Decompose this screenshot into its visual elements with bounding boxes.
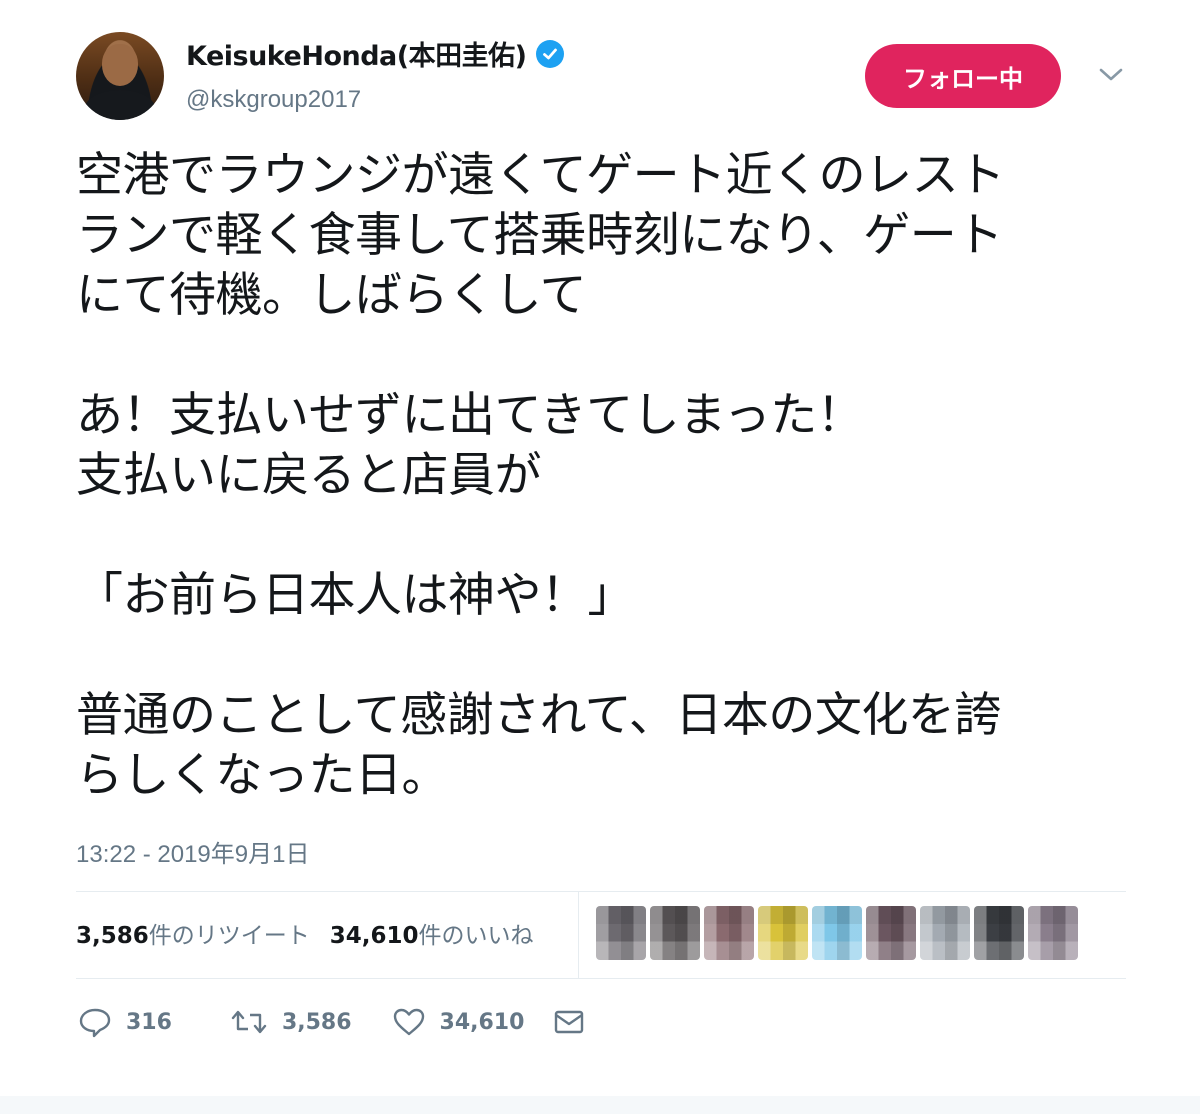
author-name-row: KeisukeHonda(本田圭佑) xyxy=(186,34,565,73)
tweet-line: あ！支払いせずに出てきてしまった！ xyxy=(76,388,864,443)
verified-badge-icon xyxy=(536,39,565,68)
envelope-icon xyxy=(555,1010,584,1034)
tweet-stats: 3,586件のリツイート 34,610件のいいね xyxy=(76,916,534,950)
liker-avatar-6[interactable] xyxy=(866,906,916,960)
reply-button[interactable]: 316 xyxy=(78,1006,172,1038)
retweet-count: 3,586 xyxy=(281,1009,352,1035)
divider xyxy=(76,891,1126,892)
tweet-line: ランで軽く食事して搭乗時刻になり、ゲート xyxy=(76,208,1003,263)
tweet-line: にて待機。しばらくして xyxy=(76,268,587,323)
reply-icon xyxy=(79,1008,111,1038)
tweet-line: 支払いに戻ると店員が xyxy=(76,448,542,503)
direct-message-button[interactable] xyxy=(552,1007,586,1037)
tweet-timestamp[interactable]: 13:22 - 2019年9月1日 xyxy=(76,834,309,869)
liker-avatar-3[interactable] xyxy=(704,906,754,960)
liker-avatar-9[interactable] xyxy=(1028,906,1078,960)
like-stat-count: 34,610 xyxy=(329,923,419,949)
footer-band xyxy=(0,1096,1200,1114)
tweet-text: 空港でラウンジが遠くてゲート近くのレスト ランで軽く食事して搭乗時刻になり、ゲー… xyxy=(76,146,1136,806)
checkmark-icon xyxy=(543,48,558,59)
author-handle[interactable]: @kskgroup2017 xyxy=(186,86,361,114)
like-count: 34,610 xyxy=(439,1009,525,1035)
tweet-line: 普通のことして感謝されて、日本の文化を誇 xyxy=(76,688,1001,743)
retweet-button[interactable]: 3,586 xyxy=(230,1007,352,1037)
avatar-shoulders xyxy=(84,90,156,120)
tweet-actions: 316 3,586 34,610 xyxy=(78,1000,586,1044)
retweet-stat-label: 件のリツイート xyxy=(148,923,310,949)
like-stat[interactable]: 34,610件のいいね xyxy=(330,916,534,950)
tweet-line: 「お前ら日本人は神や！」 xyxy=(76,568,635,623)
heart-icon xyxy=(393,1008,424,1036)
tweet-line: らしくなった日。 xyxy=(76,748,449,803)
liker-avatar-1[interactable] xyxy=(596,906,646,960)
liker-avatar-8[interactable] xyxy=(974,906,1024,960)
liker-avatar-2[interactable] xyxy=(650,906,700,960)
liker-avatar-7[interactable] xyxy=(920,906,970,960)
author-avatar[interactable] xyxy=(76,32,164,120)
tweet-line: 空港でラウンジが遠くてゲート近くのレスト xyxy=(76,148,1005,203)
avatar-face xyxy=(102,44,138,86)
reply-count: 316 xyxy=(126,1009,172,1035)
liker-avatar-4[interactable] xyxy=(758,906,808,960)
retweet-stat-count: 3,586 xyxy=(76,923,149,949)
like-button[interactable]: 34,610 xyxy=(392,1007,525,1037)
retweet-stat[interactable]: 3,586件のリツイート xyxy=(76,916,310,950)
liker-avatar-5[interactable] xyxy=(812,906,862,960)
liker-avatars xyxy=(596,906,1078,960)
following-button[interactable]: フォロー中 xyxy=(865,44,1061,108)
like-stat-label: 件のいいね xyxy=(418,923,534,949)
chevron-down-icon[interactable] xyxy=(1094,60,1128,90)
divider xyxy=(76,978,1126,979)
vertical-divider xyxy=(578,892,579,978)
author-display-name[interactable]: KeisukeHonda(本田圭佑) xyxy=(186,34,527,73)
retweet-icon xyxy=(231,1010,267,1034)
